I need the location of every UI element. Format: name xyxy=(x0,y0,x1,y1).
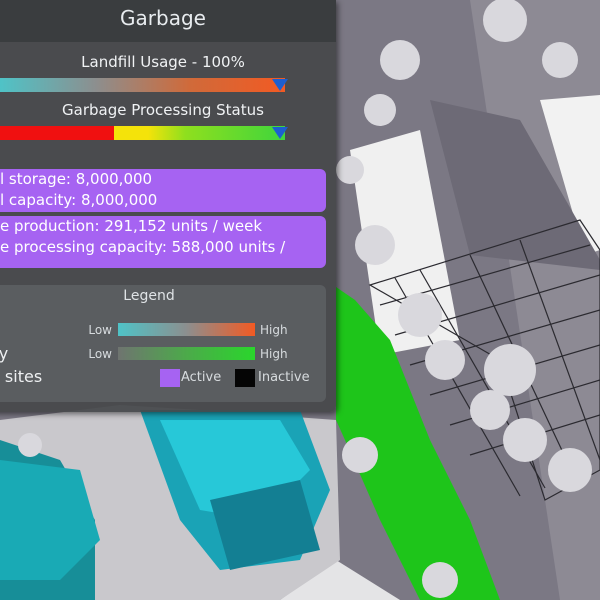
garbage-info-panel: Garbage Landfill Usage - 100% Garbage Pr… xyxy=(0,0,336,412)
processing-status-bar xyxy=(0,126,285,140)
total-capacity-text: l capacity: 8,000,000 xyxy=(0,191,158,209)
triangle-down-marker-icon xyxy=(272,79,288,91)
legend-title: Legend xyxy=(123,288,175,304)
panel-header[interactable]: Garbage xyxy=(0,0,336,42)
inactive-label: Inactive xyxy=(258,370,310,385)
total-storage-text: l storage: 8,000,000 xyxy=(0,170,153,188)
processing-status-label: Garbage Processing Status xyxy=(62,101,264,119)
landfill-usage-label: Landfill Usage - 100% xyxy=(81,53,245,71)
active-swatch xyxy=(160,369,180,387)
legend-high-label: High xyxy=(260,347,288,361)
garbage-production-text: e production: 291,152 units / week xyxy=(0,217,263,235)
landfill-usage-bar xyxy=(0,78,285,92)
landfill-storage-box: l storage: 8,000,000 l capacity: 8,000,0… xyxy=(0,169,326,212)
legend: Legend Low High cy Low High e sites Acti… xyxy=(0,285,326,402)
garbage-processing-capacity-text: e processing capacity: 588,000 units / xyxy=(0,238,286,256)
legend-high-label: High xyxy=(260,323,288,337)
legend-low-label: Low xyxy=(88,347,112,361)
legend-row-label-3: e sites xyxy=(0,367,43,386)
panel-title: Garbage xyxy=(120,6,206,30)
triangle-down-marker-icon xyxy=(272,127,288,139)
landfill-gradient xyxy=(118,323,255,336)
production-box: e production: 291,152 units / week e pro… xyxy=(0,216,326,268)
legend-low-label: Low xyxy=(88,323,112,337)
legend-row-label-2: cy xyxy=(0,344,9,363)
efficiency-gradient xyxy=(118,347,255,360)
inactive-swatch xyxy=(235,369,255,387)
active-label: Active xyxy=(181,370,222,385)
